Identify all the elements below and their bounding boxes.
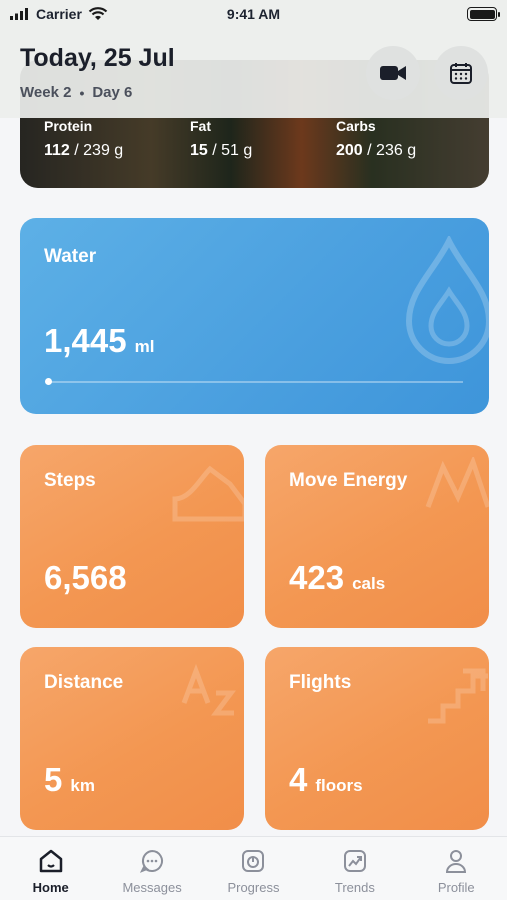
status-bar: Carrier 9:41 AM [0, 0, 507, 28]
macro-label: Protein [44, 118, 93, 134]
water-drop-icon [405, 236, 489, 364]
steps-label: Steps [44, 470, 96, 491]
shoe-icon [172, 465, 244, 522]
water-card[interactable]: Water 1,445 ml [20, 218, 489, 414]
flights-unit: floors [315, 776, 363, 795]
video-camera-icon [380, 66, 406, 80]
stairs-icon [428, 668, 488, 724]
separator-dot: • [79, 84, 85, 101]
flights-card[interactable]: Flights 4 floors [265, 647, 489, 830]
macro-protein: Protein 112 / 239 g [44, 118, 123, 160]
move-energy-amount: 423 [289, 559, 345, 596]
program-progress: Week 2 • Day 6 [20, 84, 132, 101]
macro-value: 200 [336, 142, 363, 159]
macro-fat: Fat 15 / 51 g [190, 118, 252, 160]
battery-icon [467, 7, 500, 21]
tab-home[interactable]: Home [1, 837, 101, 900]
page-title: Today, 25 Jul [20, 44, 175, 72]
tab-label: Messages [122, 880, 182, 895]
move-energy-label: Move Energy [289, 470, 408, 491]
distance-value: 5 km [44, 761, 95, 799]
macro-value: 15 [190, 142, 208, 159]
trend-chart-icon [343, 850, 366, 872]
chat-bubble-icon [140, 850, 164, 873]
tab-label: Trends [334, 880, 375, 895]
macro-value: 112 [44, 142, 70, 159]
macro-label: Carbs [336, 118, 376, 134]
signal-icon [10, 8, 28, 20]
macro-carbs: Carbs 200 / 236 g [336, 118, 416, 160]
person-icon [446, 850, 467, 873]
calendar-icon [450, 63, 472, 84]
water-progress-knob [45, 378, 52, 385]
tab-progress[interactable]: Progress [203, 837, 303, 900]
carrier-name: Carrier [36, 6, 82, 22]
tab-messages[interactable]: Messages [102, 837, 202, 900]
flights-amount: 4 [289, 761, 308, 798]
water-label: Water [44, 246, 97, 267]
macro-label: Fat [190, 118, 211, 134]
water-value: 1,445 ml [44, 322, 154, 360]
water-amount: 1,445 [44, 322, 127, 359]
tab-profile[interactable]: Profile [406, 837, 506, 900]
bottom-tab-bar: Home Messages Progress Trends Profile [0, 836, 507, 900]
day-label: Day 6 [92, 84, 133, 101]
energy-icon [425, 457, 489, 508]
video-call-button[interactable] [366, 46, 420, 100]
steps-value: 6,568 [44, 559, 127, 596]
macro-target: / 239 g [74, 142, 124, 159]
water-progress-bar [45, 378, 463, 385]
week-label: Week 2 [20, 84, 72, 101]
calendar-button[interactable] [434, 46, 488, 100]
distance-card[interactable]: Distance 5 km [20, 647, 244, 830]
tab-label: Home [32, 880, 69, 895]
tab-label: Profile [437, 880, 475, 895]
move-energy-value: 423 cals [289, 559, 385, 597]
water-unit: ml [134, 337, 155, 356]
flights-label: Flights [289, 672, 352, 693]
tab-trends[interactable]: Trends [305, 837, 405, 900]
move-energy-card[interactable]: Move Energy 423 cals [265, 445, 489, 628]
carrier-info: Carrier [10, 6, 108, 22]
steps-card[interactable]: Steps 6,568 [20, 445, 244, 628]
wifi-icon [88, 7, 108, 20]
macro-target: / 51 g [212, 142, 253, 159]
flights-value: 4 floors [289, 761, 363, 799]
a-to-b-icon [181, 663, 236, 716]
distance-unit: km [70, 776, 95, 795]
tab-label: Progress [227, 880, 280, 895]
scale-icon [242, 850, 265, 872]
macro-target: / 236 g [367, 142, 417, 159]
distance-amount: 5 [44, 761, 63, 798]
home-icon [39, 849, 62, 873]
distance-label: Distance [44, 672, 124, 693]
move-energy-unit: cals [352, 574, 386, 593]
